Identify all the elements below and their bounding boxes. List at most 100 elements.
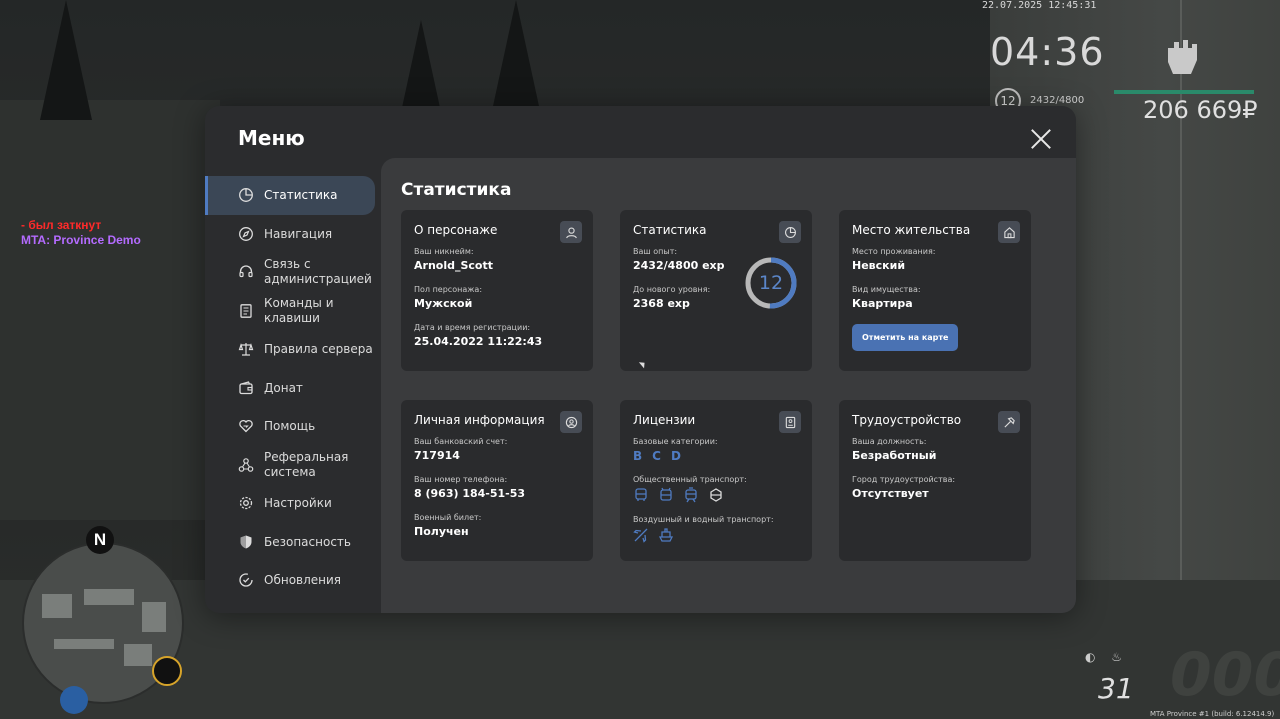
job-city-label: Город трудоустройства:	[852, 475, 956, 484]
ship-icon	[658, 527, 674, 543]
sidebar-item-label: Помощь	[264, 419, 316, 434]
headset-icon	[238, 264, 254, 280]
car-icon[interactable]	[60, 686, 88, 714]
air-water-transport-icons	[633, 527, 799, 543]
job-city-value: Отсутствует	[852, 487, 929, 500]
hud-money: 206 669₽	[1143, 96, 1258, 124]
position-value: Безработный	[852, 449, 937, 462]
gender-value: Мужской	[414, 297, 473, 310]
place-label: Место проживания:	[852, 247, 936, 256]
license-category: C	[652, 449, 661, 463]
level-number: 12	[758, 272, 784, 294]
content-title: Статистика	[401, 180, 512, 200]
id-badge-icon	[779, 411, 801, 433]
map-button[interactable]	[152, 656, 182, 686]
nickname-value: Arnold_Scott	[414, 259, 493, 272]
sidebar-item-label: Команды и клавиши	[264, 295, 334, 325]
sidebar-item-label: Навигация	[264, 226, 333, 241]
card-licenses: Лицензии Базовые категории: B C D Общест…	[620, 400, 812, 561]
sidebar-item-label: Обновления	[264, 573, 342, 588]
card-title: Статистика	[633, 223, 707, 237]
content-panel: Статистика О персонаже Ваш никнейм: Arno…	[381, 158, 1076, 613]
sidebar-item-commands[interactable]: Команды и клавиши	[205, 292, 381, 331]
card-title: Место жительства	[852, 223, 971, 237]
sidebar-item-label: Реферальная система	[264, 449, 349, 479]
sidebar-item-label: Настройки	[264, 496, 332, 511]
hud-exp: 2432/4800	[1030, 95, 1085, 106]
sidebar-item-label: Статистика	[264, 188, 338, 203]
train-icon	[708, 487, 724, 503]
public-transport-icons	[633, 487, 799, 503]
sidebar-item-settings[interactable]: Настройки	[205, 484, 381, 523]
card-statistics: Статистика Ваш опыт: 2432/4800 exp До но…	[620, 210, 812, 371]
card-title: Лицензии	[633, 413, 696, 427]
registration-label: Дата и время регистрации:	[414, 323, 531, 332]
hammer-icon	[998, 411, 1020, 433]
base-categories-label: Базовые категории:	[633, 437, 718, 446]
bank-label: Ваш банковский счет:	[414, 437, 508, 446]
compass-north-icon: N	[86, 526, 114, 554]
card-employment: Трудоустройство Ваша должность: Безработ…	[839, 400, 1031, 561]
fist-icon	[1162, 34, 1198, 74]
fuel-level: 31	[1098, 672, 1134, 705]
chat-line: - был заткнут	[21, 218, 102, 232]
military-value: Получен	[414, 525, 469, 538]
gender-label: Пол персонажа:	[414, 285, 483, 294]
refresh-icon	[238, 572, 254, 588]
chat-box: - был заткнут MTA: Province Demo	[21, 218, 141, 248]
sidebar-item-navigation[interactable]: Навигация	[205, 215, 381, 254]
sidebar-item-referral[interactable]: Реферальная система	[205, 446, 381, 485]
user-icon	[560, 221, 582, 243]
sidebar-item-label: Правила сервера	[264, 342, 373, 357]
card-residence: Место жительства Место проживания: Невск…	[839, 210, 1031, 371]
close-icon[interactable]	[1030, 128, 1052, 150]
nickname-label: Ваш никнейм:	[414, 247, 474, 256]
card-title: О персонаже	[414, 223, 498, 237]
gear-icon	[238, 495, 254, 511]
mark-on-map-button[interactable]: Отметить на карте	[852, 324, 959, 351]
sidebar-item-help[interactable]: Помощь	[205, 407, 381, 446]
home-icon	[998, 221, 1020, 243]
license-categories: B C D	[633, 449, 799, 463]
compass-icon	[238, 226, 254, 242]
card-character: О персонаже Ваш никнейм: Arnold_Scott По…	[401, 210, 593, 371]
chat-line: MTA: Province Demo	[21, 233, 141, 247]
card-title: Личная информация	[414, 413, 545, 427]
license-category: B	[633, 449, 643, 463]
sidebar-item-statistics[interactable]: Статистика	[205, 176, 375, 215]
military-label: Военный билет:	[414, 513, 482, 522]
sidebar-item-admin-contact[interactable]: Связь с администрацией	[205, 253, 381, 292]
hud-datetime: 22.07.2025 12:45:31	[982, 0, 1097, 11]
air-water-transport-label: Воздушный и водный транспорт:	[633, 515, 774, 524]
hud-clock: 04:36	[990, 30, 1105, 74]
sidebar-item-donate[interactable]: Донат	[205, 369, 381, 408]
menu-title: Меню	[238, 126, 305, 150]
sidebar: Статистика Навигация Связь с администрац…	[205, 176, 381, 600]
pie-chart-icon	[238, 187, 254, 203]
sidebar-item-label: Безопасность	[264, 534, 351, 549]
speedometer: 000	[1170, 640, 1280, 710]
bank-value: 717914	[414, 449, 460, 462]
license-category: D	[670, 449, 681, 463]
build-info: MTA Province #1 (build: 6.12414.9)	[1150, 710, 1275, 718]
network-icon	[238, 457, 254, 473]
trolleybus-icon	[658, 487, 674, 503]
airplane-icon	[633, 527, 649, 543]
shield-icon	[238, 534, 254, 550]
card-personal-info: Личная информация Ваш банковский счет: 7…	[401, 400, 593, 561]
exp-label: Ваш опыт:	[633, 247, 678, 256]
property-type-label: Вид имущества:	[852, 285, 921, 294]
phone-label: Ваш номер телефона:	[414, 475, 508, 484]
sidebar-item-security[interactable]: Безопасность	[205, 523, 381, 562]
card-title: Трудоустройство	[852, 413, 962, 427]
bus-icon	[633, 487, 649, 503]
sidebar-item-rules[interactable]: Правила сервера	[205, 330, 381, 369]
user-circle-icon	[560, 411, 582, 433]
pie-chart-icon	[779, 221, 801, 243]
health-bar	[1114, 90, 1254, 94]
sidebar-item-updates[interactable]: Обновления	[205, 561, 381, 600]
phone-value: 8 (963) 184-51-53	[414, 487, 526, 500]
heart-hand-icon	[238, 418, 254, 434]
sidebar-item-label: Связь с администрацией	[264, 257, 372, 287]
document-icon	[238, 303, 254, 319]
